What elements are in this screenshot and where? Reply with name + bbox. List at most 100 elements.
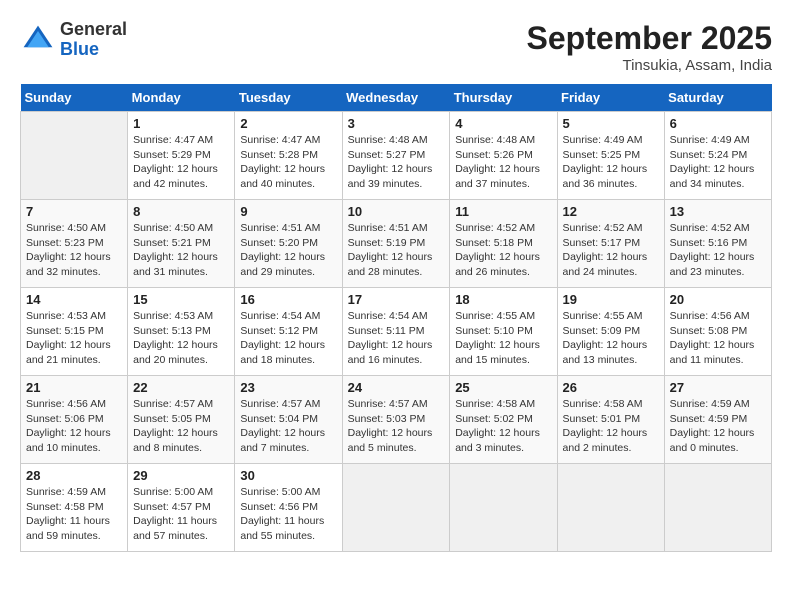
day-cell: 3Sunrise: 4:48 AMSunset: 5:27 PMDaylight… xyxy=(342,112,450,200)
day-info: Sunrise: 4:57 AMSunset: 5:03 PMDaylight:… xyxy=(348,397,445,456)
day-cell xyxy=(450,464,557,552)
day-cell: 21 Sunrise: 4:56 AMSunset: 5:06 PMDayligh… xyxy=(21,376,128,464)
day-info: Sunrise: 4:59 AMSunset: 4:59 PMDaylight:… xyxy=(670,397,766,456)
header-row: SundayMondayTuesdayWednesdayThursdayFrid… xyxy=(21,84,772,112)
header-day-monday: Monday xyxy=(128,84,235,112)
day-number: 6 xyxy=(670,116,766,131)
day-info: Sunrise: 4:49 AMSunset: 5:25 PMDaylight:… xyxy=(563,133,659,192)
day-cell: 24 Sunrise: 4:57 AMSunset: 5:03 PMDayligh… xyxy=(342,376,450,464)
day-info: Sunrise: 4:49 AMSunset: 5:24 PMDaylight:… xyxy=(670,133,766,192)
day-number: 5 xyxy=(563,116,659,131)
day-cell: 25Sunrise: 4:58 AMSunset: 5:02 PMDayligh… xyxy=(450,376,557,464)
day-info: Sunrise: 4:51 AMSunset: 5:20 PMDaylight:… xyxy=(240,221,336,280)
day-info: Sunrise: 4:55 AMSunset: 5:10 PMDaylight:… xyxy=(455,309,551,368)
day-cell: 11Sunrise: 4:52 AMSunset: 5:18 PMDayligh… xyxy=(450,200,557,288)
calendar-body: 1Sunrise: 4:47 AMSunset: 5:29 PMDaylight… xyxy=(21,112,772,552)
day-cell: 2Sunrise: 4:47 AMSunset: 5:28 PMDaylight… xyxy=(235,112,342,200)
day-info: Sunrise: 4:50 AMSunset: 5:21 PMDaylight:… xyxy=(133,221,229,280)
week-row-2: 7 Sunrise: 4:50 AMSunset: 5:23 PMDaylight… xyxy=(21,200,772,288)
day-cell: 6 Sunrise: 4:49 AMSunset: 5:24 PMDaylight… xyxy=(664,112,771,200)
day-info: Sunrise: 4:51 AMSunset: 5:19 PMDaylight:… xyxy=(348,221,445,280)
day-info: Sunrise: 4:54 AMSunset: 5:11 PMDaylight:… xyxy=(348,309,445,368)
day-number: 17 xyxy=(348,292,445,307)
day-number: 12 xyxy=(563,204,659,219)
logo-blue: Blue xyxy=(60,39,99,59)
day-cell: 7 Sunrise: 4:50 AMSunset: 5:23 PMDaylight… xyxy=(21,200,128,288)
day-cell: 29 Sunrise: 5:00 AMSunset: 4:57 PMDayligh… xyxy=(128,464,235,552)
header-day-tuesday: Tuesday xyxy=(235,84,342,112)
day-info: Sunrise: 4:58 AMSunset: 5:01 PMDaylight:… xyxy=(563,397,659,456)
day-cell: 28Sunrise: 4:59 AMSunset: 4:58 PMDayligh… xyxy=(21,464,128,552)
day-number: 29 xyxy=(133,468,229,483)
day-cell: 23 Sunrise: 4:57 AMSunset: 5:04 PMDayligh… xyxy=(235,376,342,464)
day-cell: 19 Sunrise: 4:55 AMSunset: 5:09 PMDayligh… xyxy=(557,288,664,376)
day-cell: 9Sunrise: 4:51 AMSunset: 5:20 PMDaylight… xyxy=(235,200,342,288)
day-info: Sunrise: 5:00 AMSunset: 4:57 PMDaylight:… xyxy=(133,485,229,544)
day-info: Sunrise: 4:53 AMSunset: 5:15 PMDaylight:… xyxy=(26,309,122,368)
logo-general: General xyxy=(60,19,127,39)
day-number: 11 xyxy=(455,204,551,219)
day-cell: 17 Sunrise: 4:54 AMSunset: 5:11 PMDayligh… xyxy=(342,288,450,376)
day-cell xyxy=(21,112,128,200)
header-day-wednesday: Wednesday xyxy=(342,84,450,112)
header-day-saturday: Saturday xyxy=(664,84,771,112)
day-info: Sunrise: 4:56 AMSunset: 5:06 PMDaylight:… xyxy=(26,397,122,456)
day-info: Sunrise: 4:52 AMSunset: 5:16 PMDaylight:… xyxy=(670,221,766,280)
day-cell xyxy=(557,464,664,552)
day-cell xyxy=(342,464,450,552)
week-row-1: 1Sunrise: 4:47 AMSunset: 5:29 PMDaylight… xyxy=(21,112,772,200)
day-cell: 1Sunrise: 4:47 AMSunset: 5:29 PMDaylight… xyxy=(128,112,235,200)
day-number: 22 xyxy=(133,380,229,395)
day-number: 4 xyxy=(455,116,551,131)
day-cell: 12 Sunrise: 4:52 AMSunset: 5:17 PMDayligh… xyxy=(557,200,664,288)
day-number: 8 xyxy=(133,204,229,219)
day-cell: 14 Sunrise: 4:53 AMSunset: 5:15 PMDayligh… xyxy=(21,288,128,376)
header-day-thursday: Thursday xyxy=(450,84,557,112)
day-number: 21 xyxy=(26,380,122,395)
calendar-header: SundayMondayTuesdayWednesdayThursdayFrid… xyxy=(21,84,772,112)
day-cell: 10Sunrise: 4:51 AMSunset: 5:19 PMDayligh… xyxy=(342,200,450,288)
day-info: Sunrise: 4:57 AMSunset: 5:05 PMDaylight:… xyxy=(133,397,229,456)
month-title: September 2025 xyxy=(527,20,772,57)
day-number: 15 xyxy=(133,292,229,307)
logo: General Blue xyxy=(20,20,127,60)
day-number: 27 xyxy=(670,380,766,395)
day-number: 1 xyxy=(133,116,229,131)
day-number: 28 xyxy=(26,468,122,483)
day-info: Sunrise: 4:48 AMSunset: 5:26 PMDaylight:… xyxy=(455,133,551,192)
logo-text: General Blue xyxy=(60,20,127,60)
header-day-friday: Friday xyxy=(557,84,664,112)
day-number: 16 xyxy=(240,292,336,307)
day-number: 25 xyxy=(455,380,551,395)
day-cell: 22 Sunrise: 4:57 AMSunset: 5:05 PMDayligh… xyxy=(128,376,235,464)
day-number: 19 xyxy=(563,292,659,307)
day-info: Sunrise: 4:52 AMSunset: 5:17 PMDaylight:… xyxy=(563,221,659,280)
day-info: Sunrise: 4:57 AMSunset: 5:04 PMDaylight:… xyxy=(240,397,336,456)
day-number: 20 xyxy=(670,292,766,307)
day-cell: 5 Sunrise: 4:49 AMSunset: 5:25 PMDaylight… xyxy=(557,112,664,200)
day-info: Sunrise: 4:54 AMSunset: 5:12 PMDaylight:… xyxy=(240,309,336,368)
day-info: Sunrise: 4:48 AMSunset: 5:27 PMDaylight:… xyxy=(348,133,445,192)
day-cell: 16 Sunrise: 4:54 AMSunset: 5:12 PMDayligh… xyxy=(235,288,342,376)
day-cell: 20Sunrise: 4:56 AMSunset: 5:08 PMDayligh… xyxy=(664,288,771,376)
day-info: Sunrise: 5:00 AMSunset: 4:56 PMDaylight:… xyxy=(240,485,336,544)
day-number: 7 xyxy=(26,204,122,219)
day-number: 23 xyxy=(240,380,336,395)
day-info: Sunrise: 4:53 AMSunset: 5:13 PMDaylight:… xyxy=(133,309,229,368)
page-header: General Blue September 2025 Tinsukia, As… xyxy=(20,20,772,74)
day-cell: 8 Sunrise: 4:50 AMSunset: 5:21 PMDaylight… xyxy=(128,200,235,288)
day-info: Sunrise: 4:55 AMSunset: 5:09 PMDaylight:… xyxy=(563,309,659,368)
day-cell: 27 Sunrise: 4:59 AMSunset: 4:59 PMDayligh… xyxy=(664,376,771,464)
location: Tinsukia, Assam, India xyxy=(527,57,772,74)
day-number: 24 xyxy=(348,380,445,395)
day-number: 26 xyxy=(563,380,659,395)
header-day-sunday: Sunday xyxy=(21,84,128,112)
week-row-5: 28Sunrise: 4:59 AMSunset: 4:58 PMDayligh… xyxy=(21,464,772,552)
day-cell: 30Sunrise: 5:00 AMSunset: 4:56 PMDayligh… xyxy=(235,464,342,552)
day-number: 14 xyxy=(26,292,122,307)
week-row-4: 21 Sunrise: 4:56 AMSunset: 5:06 PMDayligh… xyxy=(21,376,772,464)
day-info: Sunrise: 4:50 AMSunset: 5:23 PMDaylight:… xyxy=(26,221,122,280)
day-cell xyxy=(664,464,771,552)
day-cell: 4 Sunrise: 4:48 AMSunset: 5:26 PMDaylight… xyxy=(450,112,557,200)
day-cell: 18Sunrise: 4:55 AMSunset: 5:10 PMDayligh… xyxy=(450,288,557,376)
